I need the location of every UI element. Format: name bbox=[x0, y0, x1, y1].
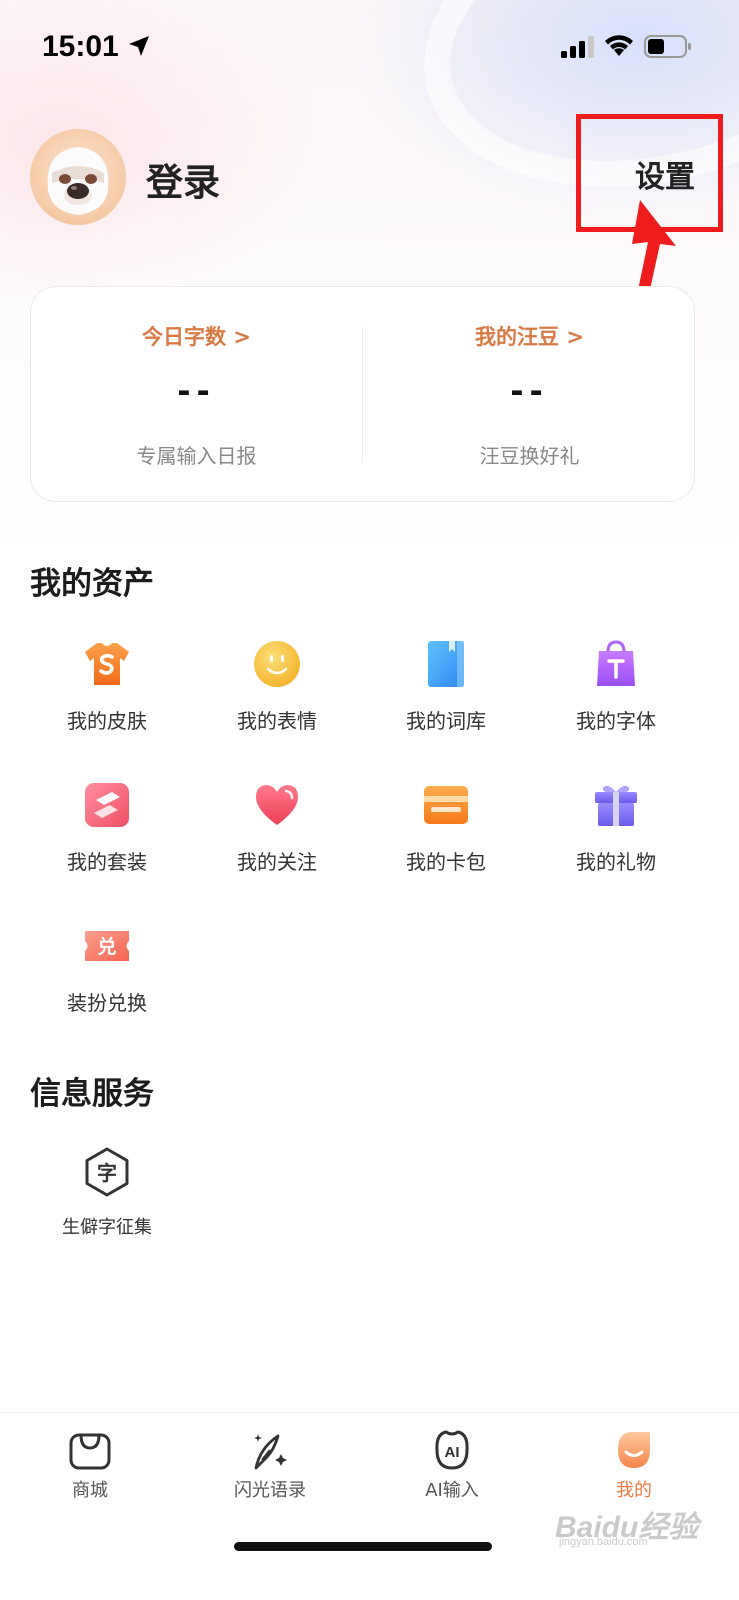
baidu-watermark: Baidu经验 jingyan.baidu.com bbox=[555, 1502, 725, 1562]
status-time: 15:01 bbox=[42, 30, 119, 63]
wifi-icon bbox=[605, 35, 633, 56]
dog-mascot-icon bbox=[47, 147, 109, 215]
status-bar: 15:01 bbox=[0, 0, 739, 95]
ai-glyph: AI bbox=[445, 1444, 460, 1461]
gift-icon bbox=[595, 785, 637, 826]
asset-item-gift[interactable]: 我的礼物 bbox=[536, 780, 696, 890]
rare-char-icon: 字 bbox=[85, 1147, 129, 1197]
wangdou-stat[interactable]: 我的汪豆 > -- 汪豆换好礼 bbox=[364, 287, 695, 503]
mine-icon bbox=[618, 1432, 650, 1468]
book-icon bbox=[428, 641, 464, 687]
nav-label: AI输入 bbox=[425, 1480, 479, 1501]
nav-tab-quotes[interactable]: 闪光语录 bbox=[180, 1413, 360, 1523]
asset-item-font[interactable]: 我的字体 bbox=[536, 639, 696, 749]
today-words-title[interactable]: 今日字数 > bbox=[31, 321, 362, 351]
stats-card: 今日字数 > -- 专属输入日报 我的汪豆 > -- 汪豆换好礼 bbox=[30, 286, 695, 502]
avatar[interactable] bbox=[30, 129, 126, 225]
watermark-site: jingyan.baidu.com bbox=[559, 1536, 648, 1548]
service-item-rare-char[interactable]: 字 生僻字征集 bbox=[27, 1147, 187, 1257]
location-arrow-icon bbox=[129, 36, 149, 56]
wangdou-title[interactable]: 我的汪豆 > bbox=[364, 321, 695, 351]
today-words-value: -- bbox=[177, 372, 216, 410]
nav-tab-shop[interactable]: 商城 bbox=[0, 1413, 180, 1523]
stats-divider bbox=[362, 327, 363, 462]
nav-label: 闪光语录 bbox=[234, 1480, 306, 1501]
battery-icon bbox=[644, 35, 691, 58]
bag-icon bbox=[597, 640, 635, 686]
smiley-icon bbox=[254, 641, 300, 687]
asset-item-label: 我的表情 bbox=[237, 709, 317, 733]
wangdou-subtitle: 汪豆换好礼 bbox=[479, 444, 580, 468]
asset-item-label: 我的卡包 bbox=[406, 850, 486, 874]
today-words-subtitle: 专属输入日报 bbox=[136, 444, 257, 468]
quill-icon bbox=[254, 1434, 287, 1470]
heart-icon bbox=[256, 785, 298, 825]
wangdou-value: -- bbox=[510, 372, 549, 410]
asset-item-emoji[interactable]: 我的表情 bbox=[197, 639, 357, 749]
asset-item-redeem[interactable]: 兑 装扮兑换 bbox=[27, 921, 187, 1031]
asset-item-wallet[interactable]: 我的卡包 bbox=[366, 780, 526, 890]
shirt-icon bbox=[85, 643, 129, 685]
today-words-stat[interactable]: 今日字数 > -- 专属输入日报 bbox=[31, 287, 362, 503]
asset-item-suit[interactable]: 我的套装 bbox=[27, 780, 187, 890]
assets-section-title: 我的资产 bbox=[30, 566, 154, 602]
service-item-label: 生僻字征集 bbox=[62, 1217, 152, 1238]
asset-item-label: 我的词库 bbox=[406, 709, 486, 733]
asset-item-label: 我的关注 bbox=[237, 850, 317, 874]
redeem-glyph: 兑 bbox=[97, 935, 116, 958]
cellular-signal-icon bbox=[561, 36, 594, 58]
asset-item-skin[interactable]: 我的皮肤 bbox=[27, 639, 187, 749]
asset-item-label: 我的套装 bbox=[67, 850, 147, 874]
asset-item-follow[interactable]: 我的关注 bbox=[197, 780, 357, 890]
rare-char-glyph: 字 bbox=[97, 1161, 117, 1185]
login-link[interactable]: 登录 bbox=[146, 152, 220, 206]
asset-item-label: 我的礼物 bbox=[576, 850, 656, 874]
asset-item-label: 装扮兑换 bbox=[67, 991, 147, 1015]
shop-icon bbox=[69, 1433, 111, 1470]
home-indicator[interactable] bbox=[234, 1542, 492, 1551]
asset-item-label: 我的字体 bbox=[576, 709, 656, 733]
asset-item-label: 我的皮肤 bbox=[67, 709, 147, 733]
redeem-icon: 兑 bbox=[85, 931, 129, 961]
nav-tab-ai-input[interactable]: AI AI输入 bbox=[362, 1413, 542, 1523]
nav-label: 商城 bbox=[72, 1480, 108, 1501]
asset-item-lexicon[interactable]: 我的词库 bbox=[366, 639, 526, 749]
ai-icon: AI bbox=[435, 1430, 469, 1470]
services-section-title: 信息服务 bbox=[30, 1076, 154, 1112]
suit-icon bbox=[85, 783, 129, 827]
wallet-icon bbox=[424, 786, 468, 824]
nav-label: 我的 bbox=[616, 1480, 652, 1501]
